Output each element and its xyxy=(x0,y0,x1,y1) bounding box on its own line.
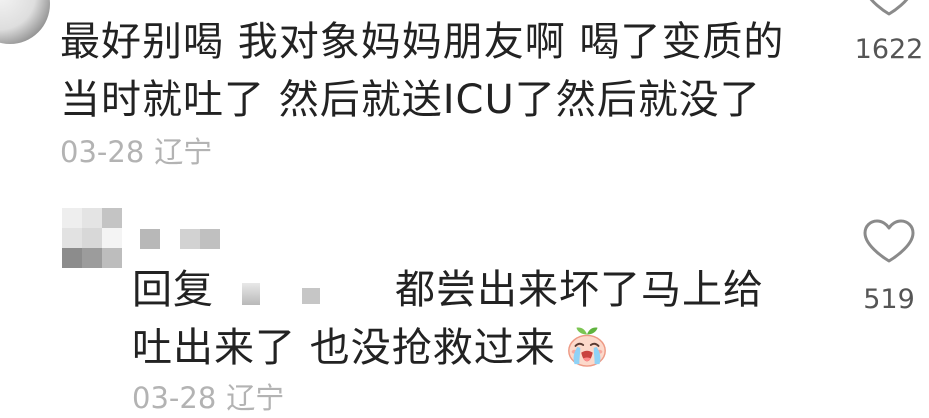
mosaic-cell xyxy=(62,228,82,248)
reply-date: 03-28 xyxy=(132,381,217,415)
mosaic-cell xyxy=(82,228,102,248)
comment-line-2: 当时就吐了 然后就送ICU了然后就没了 xyxy=(60,77,761,123)
crying-face-emoji xyxy=(564,322,610,368)
comment-line-1: 最好别喝 我对象妈妈朋友啊 喝了变质的 xyxy=(60,19,785,65)
mosaic-cell xyxy=(242,283,260,305)
mosaic-cell xyxy=(82,248,102,268)
reply-meta: 03-28 辽宁 xyxy=(132,381,284,415)
reply-prefix: 回复 xyxy=(132,267,214,313)
heart-outline-icon xyxy=(869,0,909,16)
reply-text-1: 都尝出来坏了马上给 xyxy=(395,267,764,313)
reply-text-2: 吐出来了 也没抢救过来 xyxy=(132,325,556,371)
heart-outline-icon xyxy=(863,219,915,263)
commenter-avatar[interactable] xyxy=(0,0,50,44)
comment-meta: 03-28 辽宁 xyxy=(60,135,212,169)
mosaic-cell xyxy=(82,208,102,228)
mosaic-cell xyxy=(140,229,160,249)
pixelated-avatar[interactable] xyxy=(62,208,122,268)
reply-location: 辽宁 xyxy=(226,381,285,415)
mosaic-cell xyxy=(200,229,220,249)
reply-body: 回复 都尝出来坏了马上给 吐出来了 也没抢救过来 xyxy=(132,261,832,377)
comment-location: 辽宁 xyxy=(154,135,213,169)
mosaic-cell xyxy=(62,248,82,268)
reply-line-1: 回复 都尝出来坏了马上给 xyxy=(132,261,832,319)
pixelated-username[interactable] xyxy=(140,229,222,249)
reply-line-2: 吐出来了 也没抢救过来 xyxy=(132,319,832,377)
mosaic-cell xyxy=(180,229,200,249)
pixelated-mention[interactable] xyxy=(214,261,395,319)
comment-like-button[interactable] xyxy=(862,0,916,17)
reply-like-count: 519 xyxy=(863,284,915,315)
reply-like-button[interactable] xyxy=(862,218,916,264)
mosaic-cell xyxy=(62,208,82,228)
comment-like-count: 1622 xyxy=(854,34,924,65)
mosaic-cell xyxy=(302,288,320,304)
comment-body: 最好别喝 我对象妈妈朋友啊 喝了变质的 当时就吐了 然后就送ICU了然后就没了 xyxy=(60,13,840,129)
comment-date: 03-28 xyxy=(60,135,145,169)
mosaic-cell xyxy=(102,228,122,248)
mosaic-cell xyxy=(102,248,122,268)
mosaic-cell xyxy=(102,208,122,228)
